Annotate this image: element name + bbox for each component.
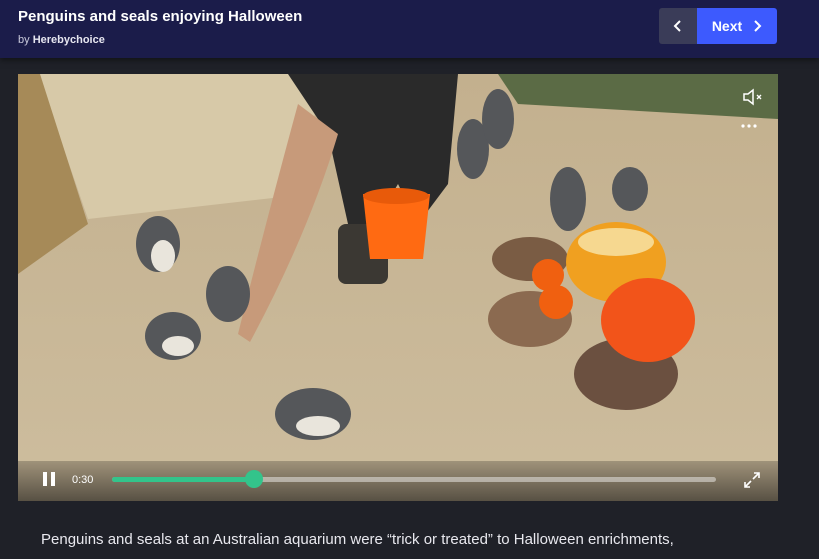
next-label: Next bbox=[711, 18, 743, 34]
author-byline: by Herebychoice bbox=[18, 34, 105, 46]
current-time: 0:30 bbox=[72, 474, 94, 486]
progress-handle[interactable] bbox=[244, 470, 263, 488]
pause-icon[interactable] bbox=[42, 471, 56, 487]
page-title: Penguins and seals enjoying Halloween bbox=[18, 8, 303, 25]
mute-icon[interactable] bbox=[742, 88, 764, 106]
fullscreen-icon[interactable] bbox=[744, 472, 760, 488]
video-frame bbox=[18, 74, 778, 501]
top-bar: Penguins and seals enjoying Halloween by… bbox=[0, 0, 819, 58]
chevron-right-icon bbox=[754, 20, 762, 32]
video-description: Penguins and seals at an Australian aqua… bbox=[41, 531, 674, 548]
next-button[interactable]: Next bbox=[697, 8, 777, 44]
progress-track[interactable] bbox=[112, 470, 716, 488]
author-name[interactable]: Herebychoice bbox=[33, 34, 105, 46]
byline-prefix: by bbox=[18, 34, 30, 46]
previous-button[interactable] bbox=[659, 8, 697, 44]
video-player[interactable]: 0:30 bbox=[18, 74, 778, 501]
chevron-left-icon bbox=[673, 20, 681, 32]
more-options-icon[interactable] bbox=[740, 122, 760, 130]
progress-fill bbox=[112, 477, 254, 482]
